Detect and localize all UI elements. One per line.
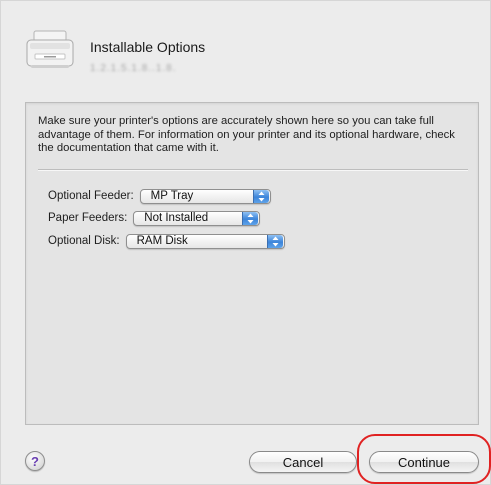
paper-feeders-value: Not Installed <box>144 211 209 224</box>
optional-disk-label: Optional Disk: <box>48 235 120 247</box>
installable-options-dialog: Installable Options 1.2.1.5.1.8..1.8. Ma… <box>0 0 491 485</box>
optional-feeder-value: MP Tray <box>150 189 194 202</box>
separator <box>38 169 468 171</box>
options-description: Make sure your printer's options are acc… <box>38 115 455 154</box>
options-panel: Make sure your printer's options are acc… <box>25 102 479 425</box>
optional-disk-value: RAM Disk <box>136 234 188 247</box>
optional-feeder-label: Optional Feeder: <box>48 190 134 202</box>
help-button[interactable]: ? <box>25 451 45 471</box>
option-row-optional-feeder: Optional Feeder: MP Tray <box>48 188 271 204</box>
up-down-arrows-icon <box>266 234 283 248</box>
paper-feeders-label: Paper Feeders: <box>48 212 128 224</box>
paper-feeders-popup[interactable]: Not Installed <box>133 210 261 226</box>
optional-feeder-popup[interactable]: MP Tray <box>139 188 271 204</box>
printer-address-subtitle: 1.2.1.5.1.8..1.8. <box>90 63 177 74</box>
option-row-paper-feeders: Paper Feeders: Not Installed <box>48 210 261 226</box>
cancel-button[interactable]: Cancel <box>249 451 357 473</box>
printer-icon <box>25 29 75 71</box>
option-row-optional-disk: Optional Disk: RAM Disk <box>48 233 285 249</box>
up-down-arrows-icon <box>242 211 259 225</box>
optional-disk-popup[interactable]: RAM Disk <box>125 233 285 249</box>
up-down-arrows-icon <box>252 189 269 203</box>
help-question-icon: ? <box>31 453 39 469</box>
dialog-title: Installable Options <box>90 39 206 55</box>
continue-button[interactable]: Continue <box>369 451 479 473</box>
